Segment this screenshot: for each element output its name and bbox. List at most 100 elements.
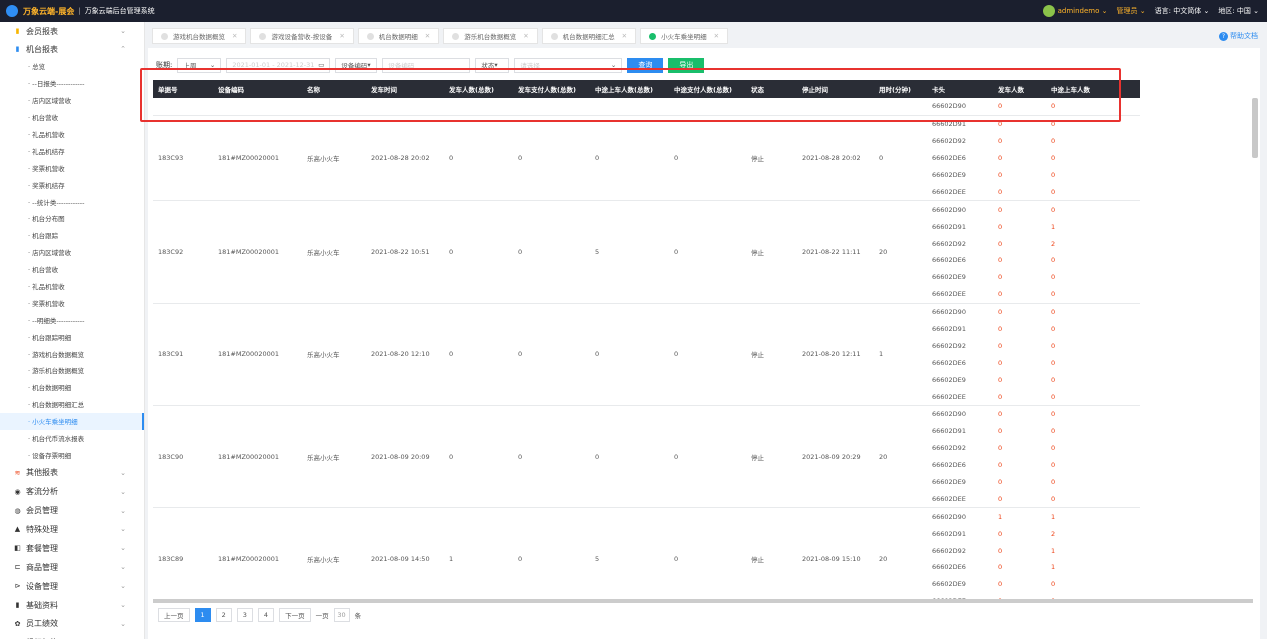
table-row[interactable]: 183C89 181#MZ00020001 乐高小火车 2021-08-09 14:5… [153, 508, 1140, 600]
mid-count: 1 [1051, 512, 1056, 521]
cell-minutes: 20 [879, 248, 888, 257]
sidebar-group-11[interactable]: ◎组织架构⌄ [0, 633, 144, 639]
close-icon[interactable]: ✕ [425, 32, 430, 40]
tab-2[interactable]: 机台数据明细 ✕ [357, 28, 440, 44]
tab-5[interactable]: 小火车乘坐明细 ✕ [640, 28, 729, 44]
sidebar-group-9[interactable]: ▮ 基础资料 ⌄ [0, 596, 144, 615]
close-icon[interactable]: ✕ [714, 32, 719, 40]
table-row[interactable]: 183C93 181#MZ00020001 乐高小火车 2021-08-28 20:0… [153, 116, 1140, 202]
sidebar-group-label: 基础资料 [26, 600, 58, 610]
cell-mid_riders: 5 [595, 248, 600, 257]
sidebar-group-2[interactable]: ≋ 其他报表 ⌄ [0, 463, 144, 482]
next-page-button[interactable]: 下一页 [279, 608, 311, 622]
sidebar-item-7[interactable]: · 奖票机结存 [0, 176, 144, 193]
sidebar-item-5[interactable]: · 礼品机结存 [0, 142, 144, 159]
start-count: 0 [998, 137, 1003, 146]
sidebar-item-13[interactable]: · 礼品机营收 [0, 278, 144, 295]
start-count: 0 [998, 273, 1003, 282]
card-row: 66602DEE 0 0 [927, 183, 1126, 200]
table-row[interactable]: 183C91 181#MZ00020001 乐高小火车 2021-08-20 12:1… [153, 304, 1140, 407]
sidebar-group-6[interactable]: ◧ 套餐管理 ⌄ [0, 539, 144, 558]
sidebar-item-10[interactable]: · 机台跟踪 [0, 227, 144, 244]
sidebar-item-8[interactable]: · --统计类------------ [0, 193, 144, 210]
table-row[interactable]: 183C92 181#MZ00020001 乐高小火车 2021-08-22 10:5… [153, 201, 1140, 304]
sidebar-group-7[interactable]: ⊏ 商品管理 ⌄ [0, 558, 144, 577]
card-row: 66602D92 0 0 [927, 440, 1126, 457]
card-row: 66602D91 0 0 [927, 321, 1126, 338]
system-name: 万象云端后台管理系统 [84, 7, 155, 15]
close-icon[interactable]: ✕ [232, 32, 237, 40]
sidebar-group-0[interactable]: ▮ 会员报表 ⌄ [0, 22, 144, 40]
prev-page-button[interactable]: 上一页 [158, 608, 190, 622]
sidebar-item-1[interactable]: · --日报类------------ [0, 75, 144, 92]
sidebar-group-3[interactable]: ◉ 客流分析 ⌄ [0, 482, 144, 501]
cell-id: 183C92 [158, 248, 184, 257]
cell-mid_paid: 0 [674, 154, 679, 163]
tab-3[interactable]: 游乐机台数据概览 ✕ [443, 28, 538, 44]
sidebar-item-23[interactable]: · 设备存票明细 [0, 446, 144, 463]
sidebar-item-20[interactable]: · 机台数据明细汇总 [0, 396, 144, 413]
sidebar-item-6[interactable]: · 奖票机营收 [0, 159, 144, 176]
close-icon[interactable]: ✕ [523, 32, 528, 40]
card-head: 66602D91 [932, 529, 966, 538]
cell-paid: 0 [518, 248, 523, 257]
sidebar-item-18[interactable]: · 游乐机台数据概览 [0, 362, 144, 379]
help-docs-link[interactable]: ? 帮助文档 [1219, 31, 1258, 41]
tab-1[interactable]: 游戏设备营收-按设备 ✕ [250, 28, 354, 44]
sidebar-item-9[interactable]: · 机台分布图 [0, 210, 144, 227]
sidebar-item-19[interactable]: · 机台数据明细 [0, 379, 144, 396]
role-menu[interactable]: 管理员 ⌄ [1117, 6, 1146, 16]
sidebar-item-22[interactable]: · 机台代币流水报表 [0, 430, 144, 447]
start-count: 0 [998, 392, 1003, 401]
sidebar-item-4[interactable]: · 礼品机营收 [0, 126, 144, 143]
user-menu[interactable]: admindemo ⌄ [1042, 5, 1108, 17]
device-icon: ⊳ [14, 582, 21, 591]
close-icon[interactable]: ✕ [339, 32, 344, 40]
sidebar-item-0[interactable]: · 总览 [0, 58, 144, 75]
cell-name: 乐高小火车 [307, 453, 340, 462]
start-count: 0 [998, 461, 1003, 470]
tab-label: 游乐机台数据概览 [464, 33, 517, 41]
page-2-button[interactable]: 2 [215, 608, 232, 622]
page-size-input[interactable]: 30 [333, 608, 350, 622]
mid-count: 0 [1051, 325, 1056, 334]
language-menu[interactable]: 语言: 中文简体 ⌄ [1155, 6, 1210, 16]
page-1-button[interactable]: 1 [194, 608, 211, 622]
cell-paid: 0 [518, 154, 523, 163]
sidebar-item-15[interactable]: · --明细类------------ [0, 311, 144, 328]
start-count: 0 [998, 325, 1003, 334]
start-count: 0 [998, 546, 1003, 555]
sidebar: ▮ 会员报表 ⌄ ▮ 机台报表 ⌃ · 总览 · --日报类------------ · 店内… [0, 22, 145, 639]
page-4-button[interactable]: 4 [257, 608, 275, 622]
mid-count: 0 [1051, 205, 1056, 214]
tab-4[interactable]: 机台数据明细汇总 ✕ [541, 28, 637, 44]
tab-label: 机台数据明细 [378, 33, 418, 41]
sidebar-group-4[interactable]: ◍ 会员管理 ⌄ [0, 501, 144, 520]
table-row[interactable]: 183C90 181#MZ00020001 乐高小火车 2021-08-09 20:0… [153, 406, 1140, 509]
tab-status-dot [649, 32, 657, 40]
sidebar-item-3[interactable]: · 机台营收 [0, 109, 144, 126]
cell-paid: 0 [518, 350, 523, 359]
vertical-scrollbar[interactable] [1252, 98, 1258, 158]
sidebar-group-10[interactable]: ✿ 员工绩效 ⌄ [0, 615, 144, 634]
sidebar-item-17[interactable]: · 游戏机台数据概览 [0, 345, 144, 362]
sidebar-item-12[interactable]: · 机台营收 [0, 261, 144, 278]
page-3-button[interactable]: 3 [236, 608, 253, 622]
sidebar-item-2[interactable]: · 店内区域营收 [0, 92, 144, 109]
sidebar-group-8[interactable]: ⊳ 设备管理 ⌄ [0, 577, 144, 596]
card-head: 66602DE9 [932, 580, 966, 589]
mid-count: 0 [1051, 580, 1056, 589]
close-icon[interactable]: ✕ [622, 32, 627, 40]
sidebar-item-14[interactable]: · 奖票机营收 [0, 294, 144, 311]
start-count: 0 [998, 358, 1003, 367]
sidebar-item-16[interactable]: · 机台跟踪明细 [0, 328, 144, 345]
chevron-down-icon: ⌄ [120, 544, 126, 553]
brand-separator: | [78, 7, 81, 15]
horizontal-scrollbar[interactable] [153, 599, 1253, 603]
sidebar-group-5[interactable]: ▲ 特殊处理 ⌄ [0, 520, 144, 539]
sidebar-group-1[interactable]: ▮ 机台报表 ⌃ [0, 40, 144, 58]
sidebar-item-11[interactable]: · 店内区域营收 [0, 244, 144, 261]
tab-0[interactable]: 游戏机台数据概览 ✕ [152, 28, 247, 44]
sidebar-item-21[interactable]: · 小火车乘坐明细 [0, 412, 144, 430]
region-menu[interactable]: 地区: 中国 ⌄ [1218, 6, 1259, 16]
